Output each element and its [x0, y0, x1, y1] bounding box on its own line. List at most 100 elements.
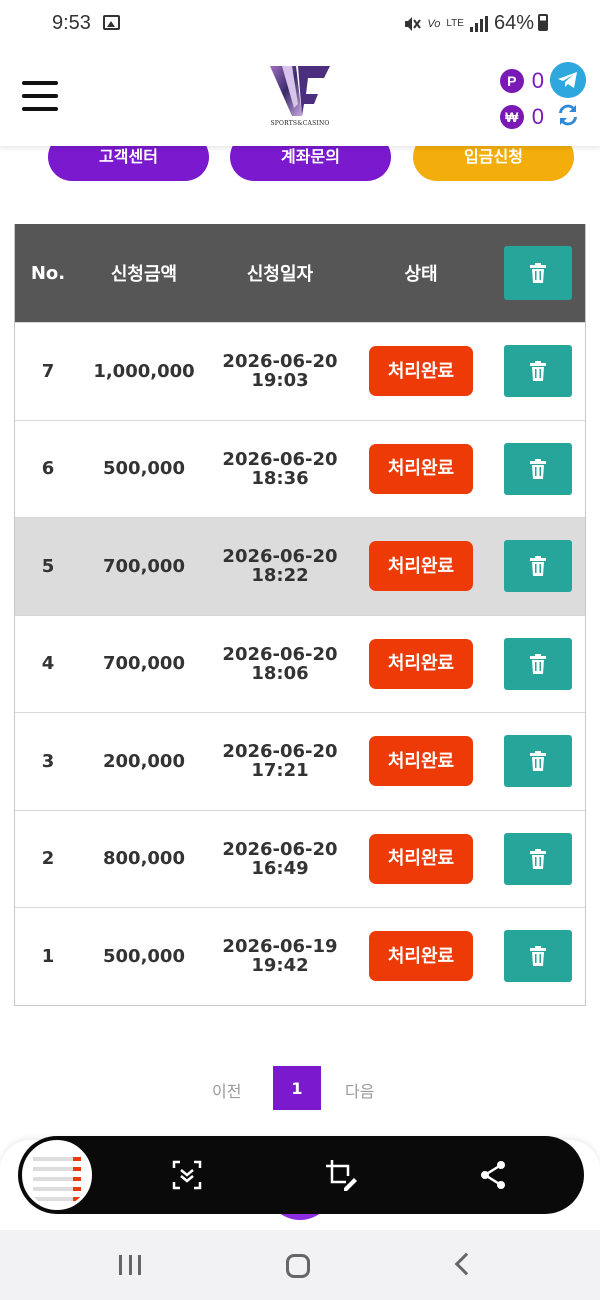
row-date: 2026-06-20 [222, 448, 338, 470]
delete-row-button[interactable] [504, 637, 572, 690]
row-delete-cell [489, 421, 587, 517]
lte-icon: LTE [446, 17, 464, 29]
row-status-cell: 처리완료 [353, 518, 489, 614]
delete-row-button[interactable] [504, 442, 572, 495]
status-badge: 처리완료 [369, 541, 473, 591]
status-icons: Vo LTE 64% [403, 12, 550, 35]
table-row: 7 1,000,000 2026-06-20 19:03 처리완료 [15, 322, 585, 420]
delete-row-button[interactable] [504, 540, 572, 592]
trash-icon [530, 946, 546, 966]
row-delete-cell [489, 811, 587, 907]
row-delete-cell [489, 616, 587, 712]
row-datetime: 2026-06-20 18:22 [207, 518, 353, 614]
deposit-history-table: No. 신청금액 신청일자 상태 7 1,000,000 2026-06-20 1… [14, 224, 586, 1006]
trash-icon [530, 653, 546, 674]
back-icon[interactable] [454, 1252, 478, 1276]
money-balance: ₩ 0 [499, 104, 544, 130]
row-datetime: 2026-06-20 18:36 [207, 421, 353, 517]
row-datetime: 2026-06-20 17:21 [207, 713, 353, 809]
delete-row-button[interactable] [504, 832, 572, 885]
row-no: 1 [41, 945, 55, 967]
table-row: 2 800,000 2026-06-20 16:49 처리완료 [15, 809, 587, 907]
row-amount: 1,000,000 [93, 360, 195, 382]
row-delete-cell [489, 323, 587, 419]
signal-icon [469, 15, 488, 32]
row-amount: 500,000 [103, 945, 185, 967]
status-badge: 처리완료 [369, 443, 473, 494]
table-header: No. 신청금액 신청일자 상태 [15, 224, 585, 322]
screenshot-toolbar [18, 1136, 584, 1214]
delete-row-button[interactable] [504, 345, 572, 397]
table-row: 3 200,000 2026-06-20 17:21 처리완료 [15, 712, 585, 810]
row-time: 19:42 [251, 955, 309, 976]
row-amount: 800,000 [103, 848, 185, 869]
row-amount: 500,000 [103, 458, 185, 479]
row-status-cell: 처리완료 [353, 811, 489, 907]
trash-icon [530, 458, 546, 479]
status-bar: 9:53 Vo LTE 64% [0, 0, 600, 48]
table-row: 5 700,000 2026-06-20 18:22 처리완료 [15, 517, 585, 615]
trash-icon [530, 751, 546, 771]
brand-logo[interactable] [268, 64, 332, 128]
app-screen: 9:53 Vo LTE 64% 고객센터 계좌문의 입금신청 SPORTS&CA… [0, 0, 600, 1300]
recent-apps-icon[interactable] [119, 1255, 141, 1275]
row-status-cell: 처리완료 [353, 713, 489, 809]
delete-row-button[interactable] [504, 930, 572, 982]
table-row: 6 500,000 2026-06-20 18:36 처리완료 [15, 419, 587, 517]
page-1-button[interactable]: 1 [273, 1066, 321, 1110]
trash-icon [530, 848, 546, 869]
row-time: 19:03 [251, 370, 309, 391]
next-page-link[interactable]: 다음 [345, 1078, 374, 1102]
row-no: 2 [41, 848, 55, 869]
gallery-notification-icon [103, 15, 120, 30]
row-time: 16:49 [251, 857, 309, 879]
row-delete-cell [489, 518, 587, 614]
screenshot-thumbnail[interactable] [22, 1140, 92, 1210]
row-delete-cell [489, 908, 587, 1004]
delete-row-button[interactable] [504, 735, 572, 787]
menu-icon[interactable] [22, 81, 58, 111]
scroll-capture-icon[interactable] [170, 1158, 204, 1192]
prev-page-link[interactable]: 이전 [212, 1078, 241, 1102]
header-date: 신청일자 [246, 264, 314, 285]
header-delete-cell [489, 224, 587, 322]
row-status-cell: 처리완료 [353, 908, 489, 1004]
row-no: 6 [41, 458, 55, 479]
status-badge: 처리완료 [369, 833, 473, 884]
status-badge: 처리완료 [369, 736, 473, 786]
row-datetime: 2026-06-20 18:06 [207, 616, 353, 712]
row-status-cell: 처리완료 [353, 421, 489, 517]
pagination: 이전 1 다음 [0, 1066, 600, 1110]
point-balance: P 0 [499, 68, 544, 94]
trash-icon [530, 361, 546, 381]
row-no: 4 [41, 653, 55, 674]
telegram-icon[interactable] [550, 62, 586, 98]
row-date: 2026-06-20 [222, 643, 338, 665]
row-date: 2026-06-20 [222, 741, 338, 762]
row-time: 18:06 [251, 662, 309, 684]
row-amount: 700,000 [103, 653, 185, 674]
header-status: 상태 [404, 264, 438, 285]
row-status-cell: 처리완료 [353, 616, 489, 712]
status-time: 9:53 [52, 12, 91, 34]
row-date: 2026-06-20 [222, 546, 338, 567]
row-date: 2026-06-19 [222, 936, 338, 957]
won-icon: ₩ [499, 105, 524, 129]
crop-edit-icon[interactable] [324, 1158, 358, 1192]
row-delete-cell [489, 713, 587, 809]
logo-text: SPORTS&CASINO [270, 120, 330, 127]
row-no: 5 [41, 555, 55, 577]
header-amount: 신청금액 [110, 264, 178, 285]
delete-all-button[interactable] [504, 246, 572, 300]
share-icon[interactable] [476, 1158, 510, 1192]
row-date: 2026-06-20 [222, 351, 338, 372]
row-date: 2026-06-20 [222, 838, 338, 860]
refresh-icon[interactable] [553, 100, 583, 130]
volte-icon: Vo [427, 17, 441, 30]
mute-icon [405, 16, 422, 31]
system-nav-bar [0, 1230, 600, 1300]
row-amount: 700,000 [103, 555, 185, 577]
row-time: 18:36 [251, 467, 309, 489]
header-no: No. [30, 262, 66, 284]
home-icon[interactable] [286, 1254, 310, 1278]
